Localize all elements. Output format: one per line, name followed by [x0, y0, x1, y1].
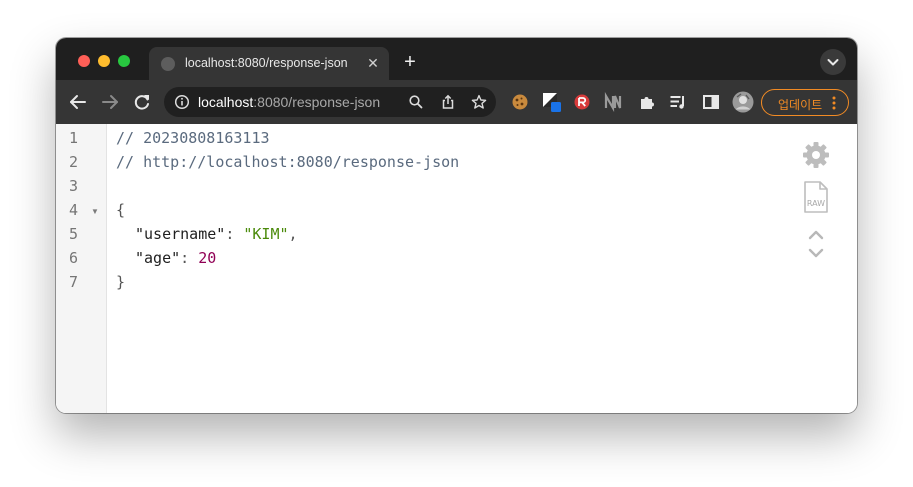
- new-tab-button[interactable]: +: [399, 51, 421, 73]
- json-extension-icon[interactable]: [541, 92, 561, 112]
- tab-strip: localhost:8080/response-json ✕ +: [56, 38, 857, 80]
- minimize-window-button[interactable]: [98, 55, 110, 67]
- line-number: 7: [68, 273, 78, 291]
- comment-line: // http://localhost:8080/response-json: [116, 153, 460, 171]
- collapse-icon[interactable]: [806, 227, 826, 261]
- back-arrow-icon: [70, 95, 86, 109]
- line-number: 1: [68, 129, 78, 147]
- queue-icon[interactable]: [668, 92, 688, 112]
- json-entry-age: "age": 20: [135, 249, 216, 267]
- red-extension-icon[interactable]: [572, 92, 592, 112]
- json-separator: :: [180, 249, 199, 267]
- update-button[interactable]: 업데이트: [761, 89, 849, 116]
- globe-icon: [161, 57, 175, 71]
- json-key: "age": [135, 249, 181, 267]
- tab-close-button[interactable]: ✕: [365, 55, 381, 71]
- share-icon[interactable]: [440, 94, 456, 110]
- url-host: localhost: [198, 94, 254, 110]
- line-number: 6: [68, 249, 78, 267]
- line-number: 5: [68, 225, 78, 243]
- forward-arrow-icon: [102, 95, 118, 109]
- more-vertical-icon: [832, 96, 836, 110]
- url-path: :8080/response-json: [253, 94, 381, 110]
- tab-title: localhost:8080/response-json: [185, 56, 348, 70]
- json-comma: ,: [288, 225, 298, 243]
- raw-file-icon[interactable]: RAW: [802, 180, 830, 214]
- search-icon[interactable]: [408, 94, 424, 110]
- url-text[interactable]: localhost:8080/response-json: [198, 94, 380, 110]
- open-brace: {: [116, 201, 126, 219]
- line-number: 4: [68, 201, 78, 219]
- close-window-button[interactable]: [78, 55, 90, 67]
- star-icon[interactable]: [471, 94, 487, 110]
- puzzle-icon[interactable]: [637, 92, 657, 112]
- comment-line: // 20230808163113: [116, 129, 270, 147]
- line-number: 3: [68, 177, 78, 195]
- update-label: 업데이트: [778, 98, 823, 112]
- profile-avatar-icon[interactable]: [732, 91, 754, 113]
- forward-button[interactable]: [99, 91, 121, 113]
- json-number-value: 20: [198, 249, 217, 267]
- line-gutter: 1 2 3 4 ▼ 5 6 7: [56, 124, 107, 413]
- reload-button[interactable]: [131, 91, 153, 113]
- cookie-icon[interactable]: [510, 92, 530, 112]
- browser-window: localhost:8080/response-json ✕ + localho…: [56, 38, 857, 413]
- chevron-down-icon: [827, 59, 839, 66]
- fold-toggle[interactable]: ▼: [91, 207, 99, 216]
- json-viewer: 1 2 3 4 ▼ 5 6 7 // 20230808163113 // htt…: [56, 124, 857, 413]
- reload-icon: [134, 95, 149, 110]
- toolbar: localhost:8080/response-json 업데이트: [56, 80, 857, 124]
- json-entry-username: "username": "KIM",: [135, 225, 298, 243]
- close-brace: }: [116, 273, 126, 291]
- address-bar[interactable]: localhost:8080/response-json: [164, 87, 496, 117]
- sidepanel-icon[interactable]: [701, 92, 721, 112]
- active-tab[interactable]: localhost:8080/response-json ✕: [149, 47, 389, 80]
- line-number: 2: [68, 153, 78, 171]
- gear-icon[interactable]: [800, 139, 832, 171]
- json-string-value: "KIM": [243, 225, 289, 243]
- json-key: "username": [135, 225, 226, 243]
- maximize-window-button[interactable]: [118, 55, 130, 67]
- back-button[interactable]: [67, 91, 89, 113]
- info-icon[interactable]: [174, 94, 190, 110]
- raw-label: RAW: [807, 199, 825, 208]
- n-extension-icon[interactable]: [603, 91, 623, 113]
- tab-search-button[interactable]: [820, 49, 846, 75]
- json-separator: :: [225, 225, 244, 243]
